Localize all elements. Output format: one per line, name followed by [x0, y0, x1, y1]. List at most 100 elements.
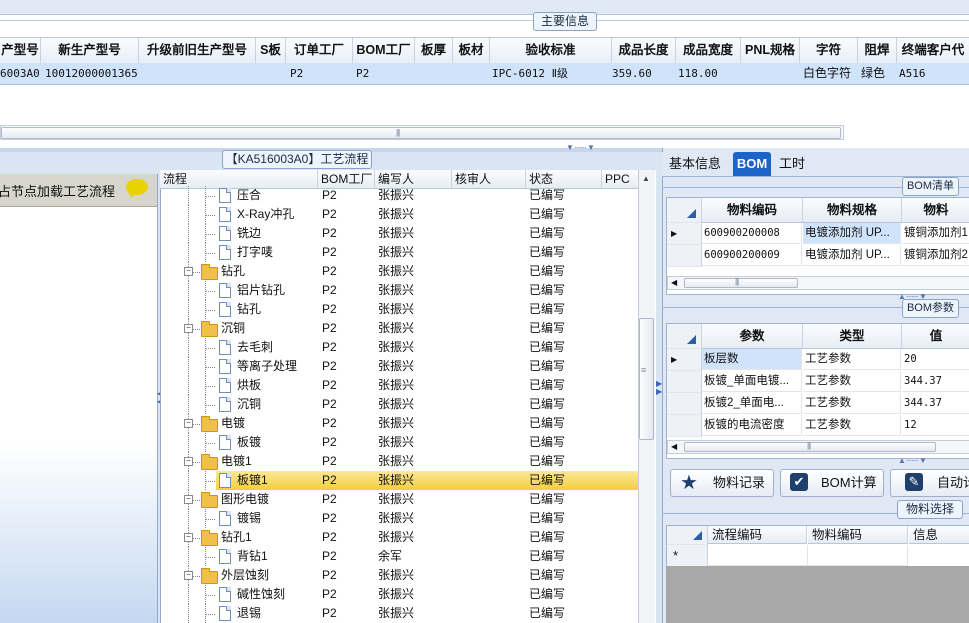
tree-row[interactable]: 碱性蚀刻 P2 张振兴 已编写 [160, 585, 638, 604]
main-grid-row[interactable]: 6003A0 10012000001365 P2 P2 IPC-6012 Ⅱ级 … [0, 63, 969, 85]
main-horizontal-scrollbar[interactable]: ||| [0, 125, 844, 140]
scroll-thumb[interactable]: ≡ [639, 318, 654, 440]
cell[interactable] [808, 545, 908, 566]
tree-row[interactable]: − 外层蚀刻 P2 张振兴 已编写 [160, 566, 638, 585]
col-header[interactable]: 参数 [702, 324, 803, 349]
scroll-left-icon[interactable]: ◀ [671, 442, 677, 451]
col-header[interactable]: 信息 [909, 526, 969, 544]
row-indicator[interactable]: ▶ [667, 223, 702, 245]
tree-row[interactable]: X-Ray冲孔 P2 张振兴 已编写 [160, 205, 638, 224]
col-header[interactable]: 板材 [453, 38, 490, 63]
cell[interactable]: 6003A0 [0, 63, 40, 84]
tree-row[interactable]: 烘板 P2 张振兴 已编写 [160, 376, 638, 395]
tree-row[interactable]: 压合 P2 张振兴 已编写 [160, 186, 638, 205]
cell[interactable]: 344.37 [902, 371, 969, 392]
col-header[interactable]: PNL规格 [741, 38, 800, 63]
cell[interactable]: 工艺参数 [803, 371, 901, 392]
collapse-toggle-icon[interactable]: − [184, 533, 193, 542]
col-header[interactable]: 物料 [902, 198, 969, 223]
cell[interactable]: 工艺参数 [803, 393, 901, 414]
bom-params-hscrollbar[interactable]: ◀ ||| [667, 440, 969, 454]
collapse-toggle-icon[interactable]: − [184, 267, 193, 276]
row-indicator[interactable] [667, 245, 702, 267]
col-header[interactable]: 类型 [803, 324, 902, 349]
scroll-thumb[interactable]: ||| [684, 441, 936, 452]
cell[interactable] [708, 545, 808, 566]
col-header[interactable]: 字符 [800, 38, 858, 63]
cell[interactable]: 板镀2_单面电... [702, 393, 802, 414]
material-record-button[interactable]: ★ 物料记录 [670, 469, 774, 497]
splitter-grip-icon[interactable]: ▲ ······· ▼ [898, 456, 927, 465]
tree-row[interactable]: 去毛刺 P2 张振兴 已编写 [160, 338, 638, 357]
tree-row[interactable]: 铝片钻孔 P2 张振兴 已编写 [160, 281, 638, 300]
tree-row[interactable]: 背钻1 P2 余军 已编写 [160, 547, 638, 566]
cell[interactable]: 镀铜添加剂2 [902, 245, 969, 266]
scroll-thumb[interactable]: ||| [1, 127, 841, 139]
cell[interactable]: 电镀添加剂 UP... [803, 245, 901, 266]
cell[interactable]: 板镀_单面电镀... [702, 371, 802, 392]
tree-row[interactable]: 镀锡 P2 张振兴 已编写 [160, 509, 638, 528]
col-header[interactable]: 终端客户代 [897, 38, 969, 63]
row-indicator[interactable] [667, 371, 702, 393]
collapse-toggle-icon[interactable]: − [184, 571, 193, 580]
tree-row[interactable]: 钻孔 P2 张振兴 已编写 [160, 300, 638, 319]
col-header[interactable]: 物料编码 [808, 526, 908, 544]
tree-row[interactable]: 退锡 P2 张振兴 已编写 [160, 604, 638, 623]
col-header[interactable]: 新生产型号 [41, 38, 139, 63]
cell[interactable]: 工艺参数 [803, 349, 901, 370]
tab-bom[interactable]: BOM [733, 152, 771, 176]
col-header[interactable]: 产型号 [0, 38, 41, 63]
col-header[interactable]: 成品宽度 [676, 38, 741, 63]
cell[interactable]: 118.00 [678, 63, 718, 84]
tree-row[interactable]: − 沉铜 P2 张振兴 已编写 [160, 319, 638, 338]
bom-list-hscrollbar[interactable]: ◀ ||| [667, 276, 969, 290]
scroll-left-icon[interactable]: ◀ [671, 278, 677, 287]
splitter-grip-icon[interactable]: ▼ ······· ▼ [566, 143, 595, 152]
col-header[interactable]: 物料规格 [803, 198, 902, 223]
tree-row[interactable]: − 电镀1 P2 张振兴 已编写 [160, 452, 638, 471]
col-header[interactable]: 成品长度 [612, 38, 676, 63]
tree-row[interactable]: 板镀1 P2 张振兴 已编写 [188, 471, 638, 490]
col-header[interactable]: 板厚 [415, 38, 453, 63]
col-header[interactable]: 物料编码 [702, 198, 803, 223]
tab-work-hours[interactable]: 工时 [779, 152, 809, 176]
cell[interactable]: 镀铜添加剂1 [902, 223, 969, 244]
cell[interactable]: 工艺参数 [803, 415, 901, 436]
cell[interactable]: 344.37 [902, 393, 969, 414]
collapse-toggle-icon[interactable]: − [184, 457, 193, 466]
tree-row[interactable]: 铣边 P2 张振兴 已编写 [160, 224, 638, 243]
scroll-thumb[interactable]: ||| [684, 277, 798, 288]
collapse-toggle-icon[interactable]: − [184, 495, 193, 504]
cell[interactable]: 白色字符 [803, 63, 851, 84]
cell[interactable]: 600900200009 [702, 245, 802, 266]
col-header[interactable]: 订单工厂 [286, 38, 353, 63]
tree-row[interactable]: 沉铜 P2 张振兴 已编写 [160, 395, 638, 414]
cell[interactable]: A516 [899, 63, 926, 84]
tree-row[interactable]: − 钻孔 P2 张振兴 已编写 [160, 262, 638, 281]
cell[interactable]: 12 [902, 415, 969, 436]
col-header[interactable]: 值 [902, 324, 969, 349]
bom-calc-button[interactable]: ✔ BOM计算 [780, 469, 884, 497]
tree-row[interactable]: − 钻孔1 P2 张振兴 已编写 [160, 528, 638, 547]
col-header[interactable]: S板 [256, 38, 286, 63]
cell[interactable]: 600900200008 [702, 223, 802, 244]
new-row-indicator[interactable]: * [667, 545, 708, 567]
cell[interactable]: 10012000001365 [45, 63, 138, 84]
cell[interactable]: 板镀的电流密度 [702, 415, 802, 436]
row-indicator[interactable] [667, 393, 702, 415]
col-header[interactable]: 阻焊 [858, 38, 897, 63]
cell[interactable]: 359.60 [612, 63, 652, 84]
cell[interactable]: P2 [290, 63, 303, 84]
row-indicator[interactable]: ▶ [667, 349, 702, 371]
col-header[interactable]: 验收标准 [490, 38, 612, 63]
row-indicator[interactable] [667, 415, 702, 437]
cell[interactable]: P2 [356, 63, 369, 84]
collapse-toggle-icon[interactable]: − [184, 419, 193, 428]
tree-row[interactable]: − 电镀 P2 张振兴 已编写 [160, 414, 638, 433]
col-header[interactable]: 流程编码 [708, 526, 807, 544]
tree-row[interactable]: − 图形电镀 P2 张振兴 已编写 [160, 490, 638, 509]
auto-calc-button[interactable]: ✎ 自动计 [890, 469, 969, 497]
tree-row[interactable]: 等离子处理 P2 张振兴 已编写 [160, 357, 638, 376]
tab-basic-info[interactable]: 基本信息 [669, 152, 721, 176]
cell[interactable]: 绿色 [861, 63, 885, 84]
